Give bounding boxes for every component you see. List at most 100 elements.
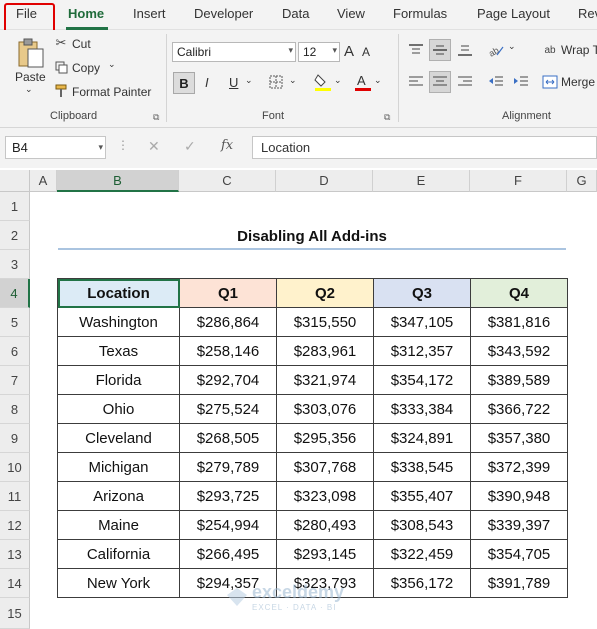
table-cell[interactable]: $268,505 <box>179 423 277 453</box>
table-cell[interactable]: $355,407 <box>373 481 471 511</box>
row-header[interactable]: 12 <box>0 511 30 540</box>
table-cell[interactable]: Arizona <box>57 481 180 511</box>
underline-button[interactable]: U <box>229 75 238 90</box>
tab-formulas[interactable]: Formulas <box>393 6 447 21</box>
table-cell[interactable]: $323,098 <box>276 481 374 511</box>
top-align-icon[interactable] <box>406 40 426 60</box>
tab-developer[interactable]: Developer <box>194 6 253 21</box>
column-header[interactable]: G <box>567 170 597 192</box>
row-header[interactable]: 14 <box>0 569 30 598</box>
select-all-corner[interactable] <box>0 170 30 192</box>
copy-dropdown-icon[interactable]: ⌄ <box>108 59 116 70</box>
table-cell[interactable]: $357,380 <box>470 423 568 453</box>
bold-button[interactable]: B <box>173 72 195 94</box>
header-cell-q4[interactable]: Q4 <box>470 278 568 308</box>
row-header[interactable]: 11 <box>0 482 30 511</box>
header-cell-q1[interactable]: Q1 <box>179 278 277 308</box>
table-cell[interactable]: $390,948 <box>470 481 568 511</box>
table-cell[interactable]: $308,543 <box>373 510 471 540</box>
table-cell[interactable]: $280,493 <box>276 510 374 540</box>
sheet-title[interactable]: Disabling All Add-ins <box>58 225 566 247</box>
table-cell[interactable]: $389,589 <box>470 365 568 395</box>
tab-insert[interactable]: Insert <box>133 6 166 21</box>
borders-dropdown-icon[interactable]: ⌄ <box>289 75 297 86</box>
shrink-font-button[interactable]: A <box>362 45 370 59</box>
align-left-icon[interactable] <box>406 72 426 92</box>
table-cell[interactable]: $339,397 <box>470 510 568 540</box>
table-cell[interactable]: $372,399 <box>470 452 568 482</box>
table-cell[interactable]: New York <box>57 568 180 598</box>
table-cell[interactable]: $333,384 <box>373 394 471 424</box>
format-painter-button[interactable]: Format Painter <box>72 85 151 99</box>
row-header[interactable]: 2 <box>0 221 30 250</box>
clipboard-launcher-icon[interactable]: ⧉ <box>153 112 159 123</box>
table-cell[interactable]: Texas <box>57 336 180 366</box>
table-cell[interactable]: Michigan <box>57 452 180 482</box>
paste-button[interactable]: Paste <box>15 70 46 84</box>
table-cell[interactable]: Florida <box>57 365 180 395</box>
font-size-select[interactable]: 12 ▾ <box>298 42 340 62</box>
row-header[interactable]: 7 <box>0 366 30 395</box>
grow-font-button[interactable]: A <box>344 43 354 60</box>
table-cell[interactable]: $283,961 <box>276 336 374 366</box>
row-header[interactable]: 5 <box>0 308 30 337</box>
table-cell[interactable]: $366,722 <box>470 394 568 424</box>
insert-function-button[interactable]: fx <box>221 138 233 153</box>
table-cell[interactable]: $279,789 <box>179 452 277 482</box>
middle-align-icon[interactable] <box>429 39 451 61</box>
orientation-icon[interactable]: ab <box>486 40 506 60</box>
font-color-dropdown-icon[interactable]: ⌄ <box>374 75 382 86</box>
table-cell[interactable]: $293,725 <box>179 481 277 511</box>
column-header[interactable]: A <box>30 170 57 192</box>
row-header[interactable]: 10 <box>0 453 30 482</box>
align-right-icon[interactable] <box>455 72 475 92</box>
row-header[interactable]: 4 <box>0 279 30 308</box>
row-header[interactable]: 15 <box>0 598 30 629</box>
table-cell[interactable]: $266,495 <box>179 539 277 569</box>
font-color-icon[interactable]: A <box>354 72 372 92</box>
cancel-entry-icon[interactable]: ✕ <box>148 138 160 155</box>
header-cell-location[interactable]: Location <box>57 278 180 308</box>
table-cell[interactable]: $293,145 <box>276 539 374 569</box>
header-cell-q3[interactable]: Q3 <box>373 278 471 308</box>
decrease-indent-icon[interactable] <box>486 72 506 92</box>
table-cell[interactable]: $347,105 <box>373 307 471 337</box>
column-header[interactable]: B <box>57 170 179 192</box>
table-cell[interactable]: $322,459 <box>373 539 471 569</box>
table-cell[interactable]: $338,545 <box>373 452 471 482</box>
table-cell[interactable]: $324,891 <box>373 423 471 453</box>
table-cell[interactable]: $254,994 <box>179 510 277 540</box>
row-header[interactable]: 1 <box>0 192 30 221</box>
table-cell[interactable]: Washington <box>57 307 180 337</box>
table-cell[interactable]: $315,550 <box>276 307 374 337</box>
column-header[interactable]: F <box>470 170 567 192</box>
cut-button[interactable]: Cut <box>72 37 91 51</box>
fill-color-dropdown-icon[interactable]: ⌄ <box>334 75 342 86</box>
merge-button[interactable]: Merge <box>561 75 595 89</box>
table-cell[interactable]: California <box>57 539 180 569</box>
row-header[interactable]: 6 <box>0 337 30 366</box>
formula-input[interactable]: Location <box>252 136 597 159</box>
table-cell[interactable]: $381,816 <box>470 307 568 337</box>
table-cell[interactable]: $321,974 <box>276 365 374 395</box>
table-cell[interactable]: Cleveland <box>57 423 180 453</box>
table-cell[interactable]: $356,172 <box>373 568 471 598</box>
more-options-icon[interactable]: ⋮ <box>117 138 129 152</box>
tab-page-layout[interactable]: Page Layout <box>477 6 550 21</box>
table-cell[interactable]: $307,768 <box>276 452 374 482</box>
column-header[interactable]: D <box>276 170 373 192</box>
fill-color-icon[interactable] <box>314 72 332 92</box>
table-cell[interactable]: $303,076 <box>276 394 374 424</box>
table-cell[interactable]: $286,864 <box>179 307 277 337</box>
orientation-dropdown-icon[interactable]: ⌄ <box>508 41 516 52</box>
align-center-icon[interactable] <box>429 71 451 93</box>
table-cell[interactable]: $292,704 <box>179 365 277 395</box>
confirm-entry-icon[interactable]: ✓ <box>184 138 196 155</box>
table-cell[interactable]: $343,592 <box>470 336 568 366</box>
wrap-text-button[interactable]: Wrap T <box>561 43 597 57</box>
header-cell-q2[interactable]: Q2 <box>276 278 374 308</box>
increase-indent-icon[interactable] <box>511 72 531 92</box>
table-cell[interactable]: $275,524 <box>179 394 277 424</box>
table-cell[interactable]: $258,146 <box>179 336 277 366</box>
font-launcher-icon[interactable]: ⧉ <box>384 112 390 123</box>
